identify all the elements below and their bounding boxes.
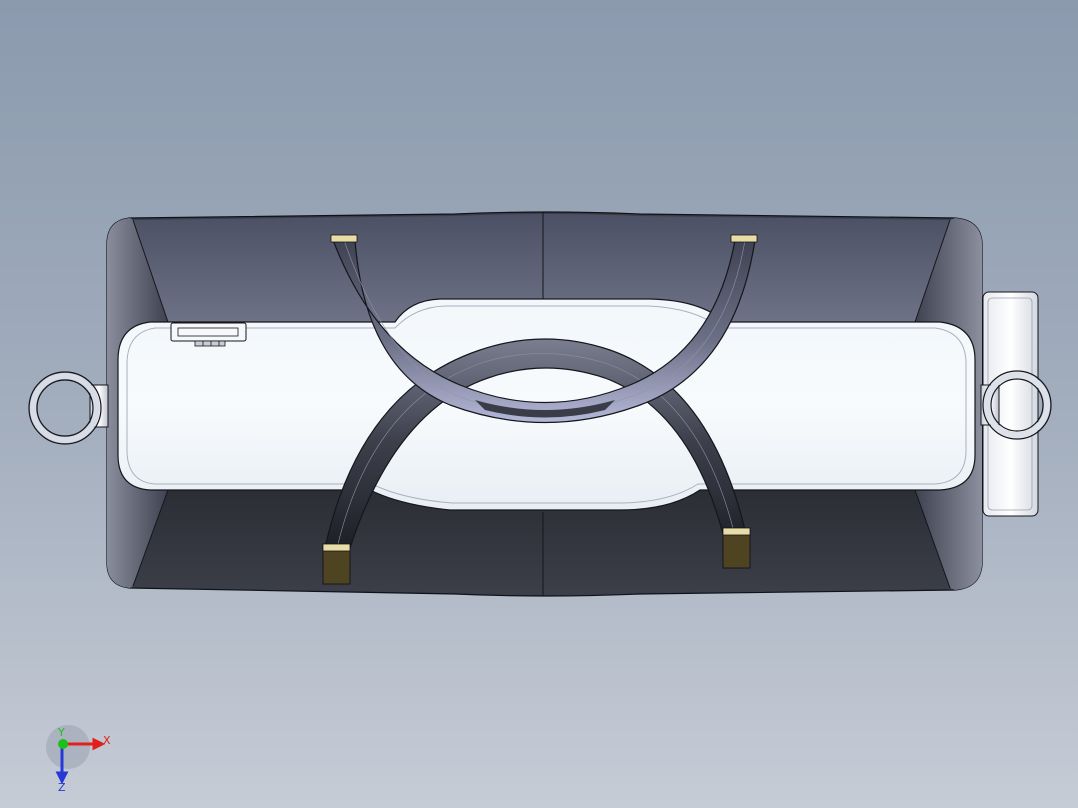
handle-tab-top-right [730, 234, 758, 243]
cad-viewport[interactable] [0, 0, 1078, 808]
axis-y-dot [58, 739, 68, 749]
axis-z-label: Z [58, 781, 66, 794]
right-buckle[interactable] [980, 291, 1052, 517]
axis-y-label: Y [57, 726, 65, 739]
handle-tab-top-left [330, 234, 358, 243]
left-ring[interactable] [28, 371, 109, 445]
orientation-triad: X Y Z [40, 725, 120, 795]
axis-x-label: X [103, 734, 111, 747]
